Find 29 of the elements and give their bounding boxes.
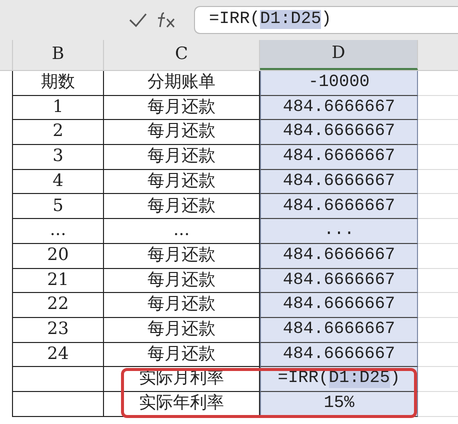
check-icon[interactable] [128, 12, 148, 28]
table-cell: 1 [13, 96, 104, 120]
table-cell: 15% [260, 392, 418, 417]
table-cell: -10000 [260, 71, 418, 96]
table-cell: ... [13, 219, 104, 244]
table-cell: 22 [13, 293, 104, 318]
table-cell: 2 [13, 120, 104, 146]
table-cell: 20 [13, 244, 104, 268]
table-cell: 484.6666667 [260, 268, 418, 294]
table-cell: 4 [13, 170, 104, 194]
table-cell: 484.6666667 [260, 170, 418, 194]
table-cell: ... [260, 219, 418, 244]
table-cell: 484.6666667 [260, 194, 418, 220]
table-cell: 5 [13, 194, 104, 220]
table-cell: 484.6666667 [260, 342, 418, 368]
column-header[interactable]: D [260, 40, 418, 70]
table-cell: 3 [13, 145, 104, 170]
table-cell: 21 [13, 268, 104, 294]
table-cell: 484.6666667 [260, 145, 418, 170]
column-header[interactable]: B [13, 40, 104, 70]
table-cell: 484.6666667 [260, 120, 418, 146]
formula-field[interactable]: =IRR(D1:D25) [194, 6, 458, 34]
table-cell: 484.6666667 [260, 293, 418, 318]
table-cell: 23 [13, 318, 104, 343]
table-cell: 期数 [13, 71, 104, 96]
table-cell: 24 [13, 342, 104, 368]
table-cell: 484.6666667 [260, 96, 418, 120]
table-cell: 484.6666667 [260, 318, 418, 343]
table-cell: 484.6666667 [260, 244, 418, 268]
